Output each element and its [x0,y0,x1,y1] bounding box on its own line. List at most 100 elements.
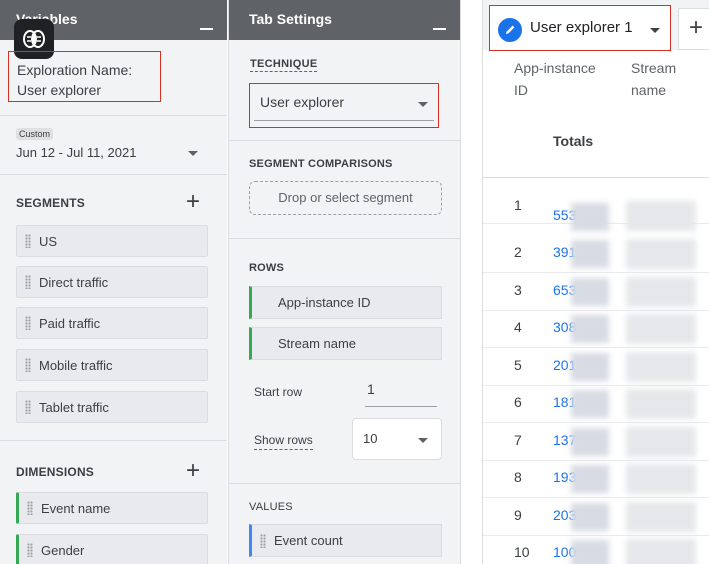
drag-handle-icon[interactable] [25,400,31,414]
add-segment-button[interactable]: + [186,190,200,214]
exploration-name-field[interactable]: Exploration Name: User explorer [8,51,161,102]
row-label: App-instance ID [278,295,371,310]
drag-handle-icon[interactable] [25,234,31,248]
segment-chip-us[interactable]: US [16,225,208,257]
dimension-chip-gender[interactable]: Gender [16,534,208,564]
segment-chip-direct-traffic[interactable]: Direct traffic [16,266,208,298]
table-row[interactable]: 2 391 [483,236,709,273]
technique-value: User explorer [260,94,345,110]
show-rows-select[interactable]: 10 [352,418,442,460]
drag-handle-icon[interactable] [260,533,266,548]
table-row[interactable]: 10 100 [483,536,709,564]
table-row[interactable]: 8 193 [483,461,709,498]
row-number: 9 [514,507,522,523]
redacted-id [571,315,609,343]
redacted-id [571,353,609,381]
table-row[interactable]: 3 653 [483,274,709,311]
show-rows-label: Show rows [254,433,313,450]
table-row[interactable]: 4 308 [483,311,709,348]
add-tab-button[interactable]: + [678,8,709,50]
date-range-dropdown-icon[interactable] [188,151,198,156]
column-header-line: App-instance [514,60,596,76]
redacted-id [571,240,609,268]
row-number: 5 [514,357,522,373]
segment-comparisons-label: SEGMENT COMPARISONS [249,158,393,170]
row-number: 4 [514,319,522,335]
redacted-stream-name [626,539,696,564]
column-header-line: ID [514,82,528,98]
table-row[interactable]: 7 137 [483,424,709,461]
start-row-label: Start row [254,385,303,399]
select-underline [254,120,434,121]
table-row[interactable]: 5 201 [483,349,709,386]
row-chip-app-instance-id[interactable]: App-instance ID [249,286,442,319]
technique-select[interactable]: User explorer [249,83,439,128]
redacted-id [571,278,609,306]
chevron-down-icon [418,438,428,443]
row-number: 7 [514,432,522,448]
divider [0,174,227,175]
row-number: 2 [514,244,522,260]
table-row[interactable]: 9 203 [483,499,709,536]
redacted-id [571,390,609,418]
dimension-chip-event-name[interactable]: Event name [16,492,208,524]
redacted-id [571,465,609,493]
redacted-stream-name [626,239,696,269]
redacted-stream-name [626,389,696,419]
pencil-icon[interactable] [498,18,522,42]
drag-handle-icon[interactable] [25,358,31,372]
tab-settings-header: Tab Settings [229,0,460,40]
divider [229,238,460,239]
segment-drop-zone[interactable]: Drop or select segment [249,181,442,215]
date-range-value[interactable]: Jun 12 - Jul 11, 2021 [16,145,136,160]
variables-panel: Variables Exploration Name: User explore… [0,0,227,564]
redacted-id [571,203,609,231]
drag-handle-icon[interactable] [27,501,33,515]
drag-handle-icon[interactable] [25,275,31,289]
minimize-tab-settings-button[interactable] [433,28,446,30]
dimensions-label: DIMENSIONS [16,465,95,479]
tab-settings-title: Tab Settings [249,11,332,27]
divider [229,483,460,484]
add-dimension-button[interactable]: + [186,459,200,483]
minimize-variables-button[interactable] [200,28,213,30]
values-label: VALUES [249,501,293,513]
table-row[interactable]: 6 181 [483,386,709,423]
report-area: User explorer 1 + App-instance ID Stream… [482,0,709,564]
drag-handle-icon[interactable] [25,316,31,330]
segment-label: Mobile traffic [39,357,113,373]
segment-label: Direct traffic [39,274,109,290]
segment-label: Paid traffic [39,315,101,331]
segment-label: Tablet traffic [39,399,109,415]
drag-handle-icon[interactable] [27,543,33,557]
value-label: Event count [274,533,343,548]
value-chip-event-count[interactable]: Event count [249,524,442,557]
redacted-stream-name [626,427,696,457]
row-number: 3 [514,282,522,298]
segment-chip-paid-traffic[interactable]: Paid traffic [16,307,208,339]
exploration-name-label: Exploration Name: [17,62,133,78]
tab-menu-dropdown-icon[interactable] [650,28,660,33]
redacted-stream-name [626,464,696,494]
row-number: 6 [514,394,522,410]
redacted-stream-name [626,352,696,382]
segment-chip-mobile-traffic[interactable]: Mobile traffic [16,349,208,381]
row-chip-stream-name[interactable]: Stream name [249,327,442,360]
table-row[interactable]: 1 553 [483,187,709,231]
totals-label: Totals [553,133,594,149]
divider [229,140,460,141]
row-label: Stream name [278,336,357,351]
divider [0,440,227,441]
column-header-app-instance-id[interactable]: App-instance ID [514,57,596,101]
divider [0,115,227,116]
rows-label: ROWS [249,262,285,274]
date-preset-chip: Custom [16,128,54,140]
row-number: 8 [514,469,522,485]
start-row-input[interactable]: 1 [365,381,437,407]
tab-label: User explorer 1 [530,19,633,36]
show-rows-value: 10 [363,431,378,446]
tab-user-explorer-1[interactable]: User explorer 1 [489,5,671,51]
segment-chip-tablet-traffic[interactable]: Tablet traffic [16,391,208,423]
row-number: 1 [514,197,522,213]
column-header-stream-name[interactable]: Stream name [631,57,676,101]
